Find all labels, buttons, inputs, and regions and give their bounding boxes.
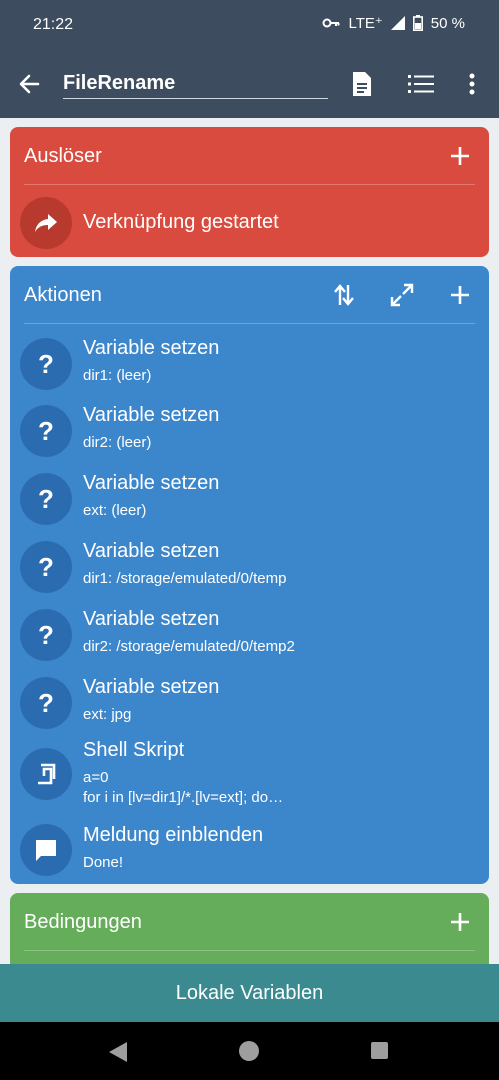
actions-title: Aktionen (24, 284, 102, 306)
divider (24, 950, 475, 951)
battery-level: 50 % (430, 14, 465, 32)
conditions-title: Bedingungen (24, 911, 142, 933)
action-title: Shell Skript (83, 739, 185, 761)
action-title: Variable setzen (83, 472, 220, 494)
action-item[interactable]: ? Variable setzen dir2: (leer) (10, 401, 489, 465)
add-trigger-button[interactable] (446, 142, 474, 170)
battery-icon (412, 15, 423, 31)
document-icon (353, 72, 371, 96)
action-title: Variable setzen (83, 337, 220, 359)
trigger-item[interactable]: Verknüpfung gestartet (10, 195, 489, 251)
question-icon: ? (20, 338, 72, 390)
local-variables-button[interactable]: Lokale Variablen (0, 964, 499, 1022)
trigger-card: Auslöser Verknüpfung gestartet (10, 127, 489, 257)
overflow-menu-button[interactable] (458, 70, 486, 98)
list-icon (408, 75, 434, 93)
status-bar: 21:22 LTE⁺ 50 % (0, 0, 499, 50)
action-item[interactable]: ? Variable setzen ext: jpg (10, 673, 489, 737)
action-subtitle-line2: for i in [lv=dir1]/*.[lv=ext]; do… (83, 789, 284, 806)
action-subtitle: dir2: (leer) (83, 434, 152, 451)
plus-icon (451, 286, 469, 304)
trigger-item-title: Verknüpfung gestartet (83, 211, 279, 233)
action-item[interactable]: Meldung einblenden Done! (10, 821, 489, 879)
message-icon (20, 824, 72, 876)
status-icons: LTE⁺ 50 % (322, 14, 465, 32)
system-nav-bar (0, 1022, 499, 1080)
nav-back-icon[interactable] (108, 1041, 128, 1063)
status-time: 21:22 (33, 16, 74, 33)
action-subtitle: dir1: /storage/emulated/0/temp (83, 570, 287, 587)
action-item[interactable]: ? Variable setzen dir1: (leer) (10, 334, 489, 398)
network-type: LTE⁺ (348, 15, 383, 32)
expand-button[interactable] (388, 281, 416, 309)
actions-header: Aktionen (10, 266, 489, 324)
action-item[interactable]: Shell Skript a=0 for i in [lv=dir1]/*.[l… (10, 738, 489, 814)
action-subtitle: ext: (leer) (83, 502, 147, 519)
question-icon: ? (20, 541, 72, 593)
share-arrow-icon (20, 197, 72, 249)
action-subtitle: Done! (83, 854, 124, 871)
expand-icon (390, 283, 414, 307)
question-icon: ? (20, 405, 72, 457)
vpn-key-icon (322, 18, 340, 28)
action-subtitle: ext: jpg (83, 706, 132, 723)
trigger-title: Auslöser (24, 145, 102, 167)
back-button[interactable] (16, 70, 44, 98)
actions-card: Aktionen ? Variable setzen dir1: (leer) … (10, 266, 489, 884)
question-icon: ? (20, 677, 72, 729)
action-title: Variable setzen (83, 608, 220, 630)
action-item[interactable]: ? Variable setzen dir2: /storage/emulate… (10, 605, 489, 669)
action-title: Variable setzen (83, 676, 220, 698)
conditions-card: Bedingungen (10, 893, 489, 973)
plus-icon (451, 147, 469, 165)
nav-home-icon[interactable] (239, 1041, 259, 1061)
action-subtitle: dir2: /storage/emulated/0/temp2 (83, 638, 295, 655)
macro-name-input[interactable]: FileRename (63, 70, 328, 99)
action-title: Meldung einblenden (83, 824, 264, 846)
reorder-button[interactable] (330, 281, 358, 309)
divider (24, 323, 475, 324)
plus-icon (451, 913, 469, 931)
action-subtitle: a=0 (83, 769, 109, 786)
divider (24, 184, 475, 185)
action-title: Variable setzen (83, 404, 220, 426)
swap-vertical-icon (334, 284, 354, 306)
description-button[interactable] (348, 70, 376, 98)
shell-script-icon (20, 748, 72, 800)
question-icon: ? (20, 609, 72, 661)
list-view-button[interactable] (407, 70, 435, 98)
action-item[interactable]: ? Variable setzen dir1: /storage/emulate… (10, 537, 489, 601)
nav-recents-icon[interactable] (371, 1042, 388, 1059)
add-condition-button[interactable] (446, 908, 474, 936)
add-action-button[interactable] (446, 281, 474, 309)
more-vert-icon (469, 73, 475, 95)
question-icon: ? (20, 473, 72, 525)
arrow-back-icon (19, 74, 40, 94)
signal-icon (390, 16, 405, 30)
trigger-header: Auslöser (10, 127, 489, 185)
action-subtitle: dir1: (leer) (83, 367, 152, 384)
app-bar: FileRename (0, 50, 499, 118)
action-item[interactable]: ? Variable setzen ext: (leer) (10, 469, 489, 533)
action-title: Variable setzen (83, 540, 220, 562)
conditions-header: Bedingungen (10, 893, 489, 951)
